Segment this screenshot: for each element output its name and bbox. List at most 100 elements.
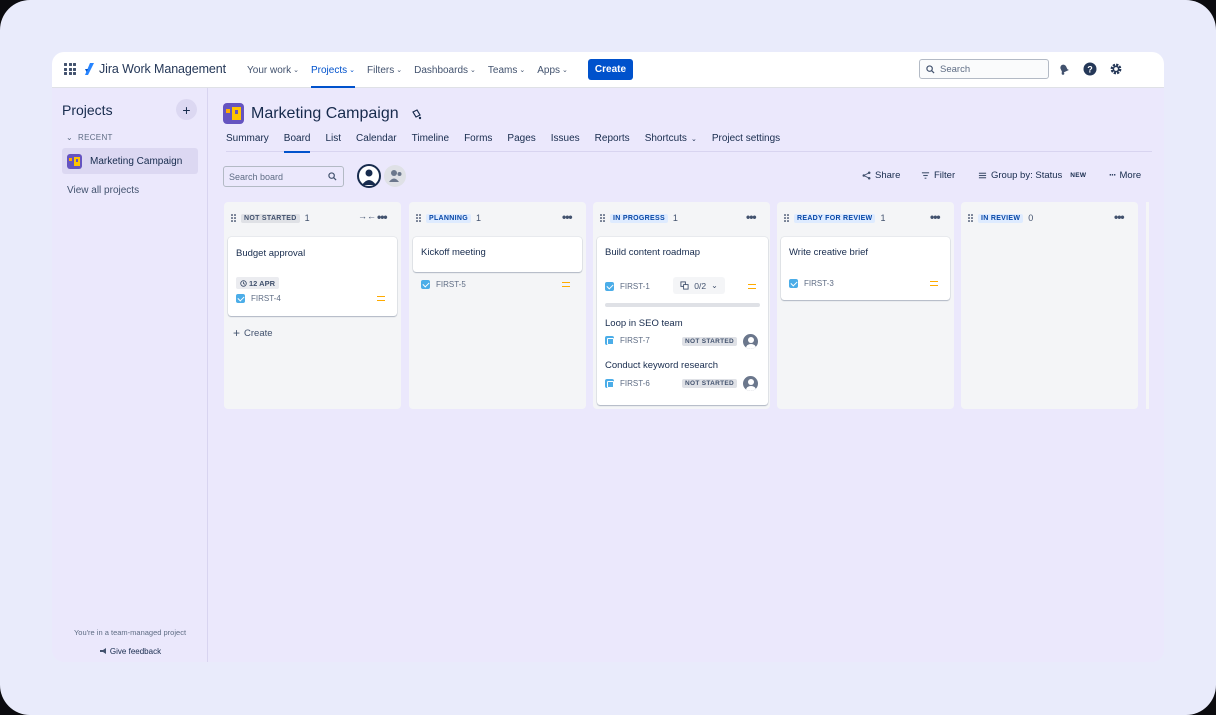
child-issues-toggle[interactable]: 0/2 ⌄	[673, 277, 725, 294]
column-count: 1	[304, 213, 310, 223]
drag-handle-icon[interactable]	[968, 214, 973, 222]
due-date-badge: 12 APR	[236, 277, 279, 289]
theme-paint-icon[interactable]	[410, 108, 422, 120]
issue-card[interactable]: Kickoff meeting	[413, 237, 582, 272]
assignee-avatar-icon[interactable]	[743, 334, 758, 349]
issue-key-row: FIRST-4	[236, 294, 281, 303]
board-search-input[interactable]: Search board	[223, 166, 344, 187]
priority-medium-icon	[930, 281, 938, 286]
filter-button[interactable]: Filter	[921, 170, 955, 181]
chevron-down-icon: ⌄	[562, 67, 568, 74]
issue-key: FIRST-3	[804, 279, 834, 288]
avatar[interactable]	[357, 164, 381, 188]
nav-label: Teams	[487, 64, 518, 76]
nav-projects[interactable]: Projects ⌄	[310, 52, 355, 88]
tab-label: Shortcuts	[644, 133, 687, 144]
tab-pages[interactable]: Pages	[507, 126, 535, 152]
feedback-label: Give feedback	[109, 647, 162, 656]
tab-list[interactable]: List	[325, 126, 341, 152]
create-issue-button[interactable]: + Create	[233, 326, 273, 340]
priority-medium-icon	[377, 296, 385, 301]
issue-card[interactable]: Budget approval 12 APR FIRST-4	[228, 237, 397, 316]
assignee-avatar-icon[interactable]	[743, 376, 758, 391]
collapse-column-icon[interactable]: →←	[358, 211, 376, 221]
app-switcher-icon[interactable]	[64, 63, 76, 75]
tab-forms[interactable]: Forms	[464, 126, 492, 152]
sidebar-item-marketing-campaign[interactable]: Marketing Campaign	[62, 148, 198, 174]
card-title: Write creative brief	[789, 247, 869, 258]
sidebar-title: Projects	[62, 102, 113, 118]
filter-label: Filter	[934, 170, 956, 181]
share-icon	[862, 171, 871, 180]
issue-card[interactable]: Write creative brief FIRST-3	[781, 237, 950, 300]
project-header: Marketing Campaign	[223, 103, 422, 124]
tab-project-settings[interactable]: Project settings	[712, 126, 780, 152]
tab-summary[interactable]: Summary	[226, 126, 269, 152]
nav-dashboards[interactable]: Dashboards ⌄	[414, 52, 476, 88]
column-menu-icon[interactable]: •••	[930, 210, 941, 224]
nav-label: Your work	[247, 64, 292, 76]
group-by-button[interactable]: Group by: Status NEW	[978, 170, 1086, 181]
status-badge[interactable]: NOT STARTED	[682, 379, 738, 388]
notifications-icon[interactable]	[1057, 62, 1071, 76]
search-icon	[926, 64, 935, 74]
create-button[interactable]: Create	[588, 59, 633, 80]
more-button[interactable]: ··· More	[1109, 170, 1141, 181]
group-by-label: Group by: Status	[991, 170, 1063, 181]
issue-key-row: FIRST-5	[421, 280, 466, 289]
issue-key: FIRST-6	[620, 379, 650, 388]
tab-shortcuts[interactable]: Shortcuts ⌄	[645, 126, 697, 152]
tab-calendar[interactable]: Calendar	[356, 126, 397, 152]
nav-teams[interactable]: Teams ⌄	[488, 52, 525, 88]
search-placeholder: Search board	[229, 171, 284, 182]
unassigned-avatar-icon[interactable]	[384, 165, 406, 187]
add-project-button[interactable]: +	[176, 99, 197, 120]
app-window: Jira Work Management Your work ⌄ Projects…	[52, 52, 1164, 662]
tab-issues[interactable]: Issues	[551, 126, 580, 152]
issue-key: FIRST-5	[436, 280, 466, 289]
project-tabs: Summary Board List Calendar Timeline For…	[226, 126, 1152, 153]
issue-key: FIRST-4	[251, 294, 281, 303]
chevron-down-icon: ⌄	[396, 67, 403, 74]
tab-board[interactable]: Board	[283, 126, 310, 153]
subtask-key-row: FIRST-7	[605, 336, 650, 345]
settings-gear-icon[interactable]	[1109, 62, 1123, 76]
drag-handle-icon[interactable]	[784, 214, 789, 222]
jira-logo-icon	[85, 63, 94, 75]
drag-handle-icon[interactable]	[231, 214, 236, 222]
recent-section-toggle[interactable]: ⌄ RECENT	[66, 133, 113, 142]
column-menu-icon[interactable]: •••	[1114, 210, 1125, 224]
give-feedback-link[interactable]: Give feedback	[52, 647, 208, 656]
child-issues-icon	[680, 281, 689, 290]
card-title: Build content roadmap	[605, 247, 701, 258]
status-badge[interactable]: NOT STARTED	[682, 337, 738, 346]
nav-label: Projects	[310, 64, 348, 76]
search-icon	[328, 172, 337, 181]
column-menu-icon[interactable]: •••	[562, 210, 573, 224]
nav-filters[interactable]: Filters ⌄	[367, 52, 402, 88]
share-button[interactable]: Share	[862, 170, 900, 181]
column-menu-icon[interactable]: •••	[377, 210, 388, 224]
global-search-input[interactable]: Search	[919, 59, 1049, 79]
drag-handle-icon[interactable]	[416, 214, 421, 222]
clock-icon	[240, 279, 247, 287]
list-icon	[978, 172, 987, 179]
help-icon[interactable]: ?	[1083, 62, 1097, 76]
next-column-edge	[1146, 202, 1149, 409]
chevron-down-icon: ⌄	[711, 281, 718, 290]
child-progress-bar	[605, 303, 760, 307]
drag-handle-icon[interactable]	[600, 214, 605, 222]
nav-your-work[interactable]: Your work ⌄	[247, 52, 299, 88]
view-all-projects-link[interactable]: View all projects	[67, 185, 139, 196]
create-label: Create	[244, 327, 273, 339]
chevron-down-icon: ⌄	[293, 67, 299, 74]
tab-reports[interactable]: Reports	[595, 126, 630, 152]
product-logo[interactable]: Jira Work Management	[84, 62, 226, 76]
board-column-in-review: IN REVIEW 0 •••	[961, 202, 1138, 409]
nav-apps[interactable]: Apps ⌄	[537, 52, 568, 88]
task-type-icon	[789, 279, 798, 288]
issue-card[interactable]: Build content roadmap FIRST-1 0/2 ⌄ Loop…	[597, 237, 768, 405]
tab-timeline[interactable]: Timeline	[412, 126, 449, 152]
subtask-type-icon	[605, 336, 614, 345]
column-menu-icon[interactable]: •••	[746, 210, 757, 224]
